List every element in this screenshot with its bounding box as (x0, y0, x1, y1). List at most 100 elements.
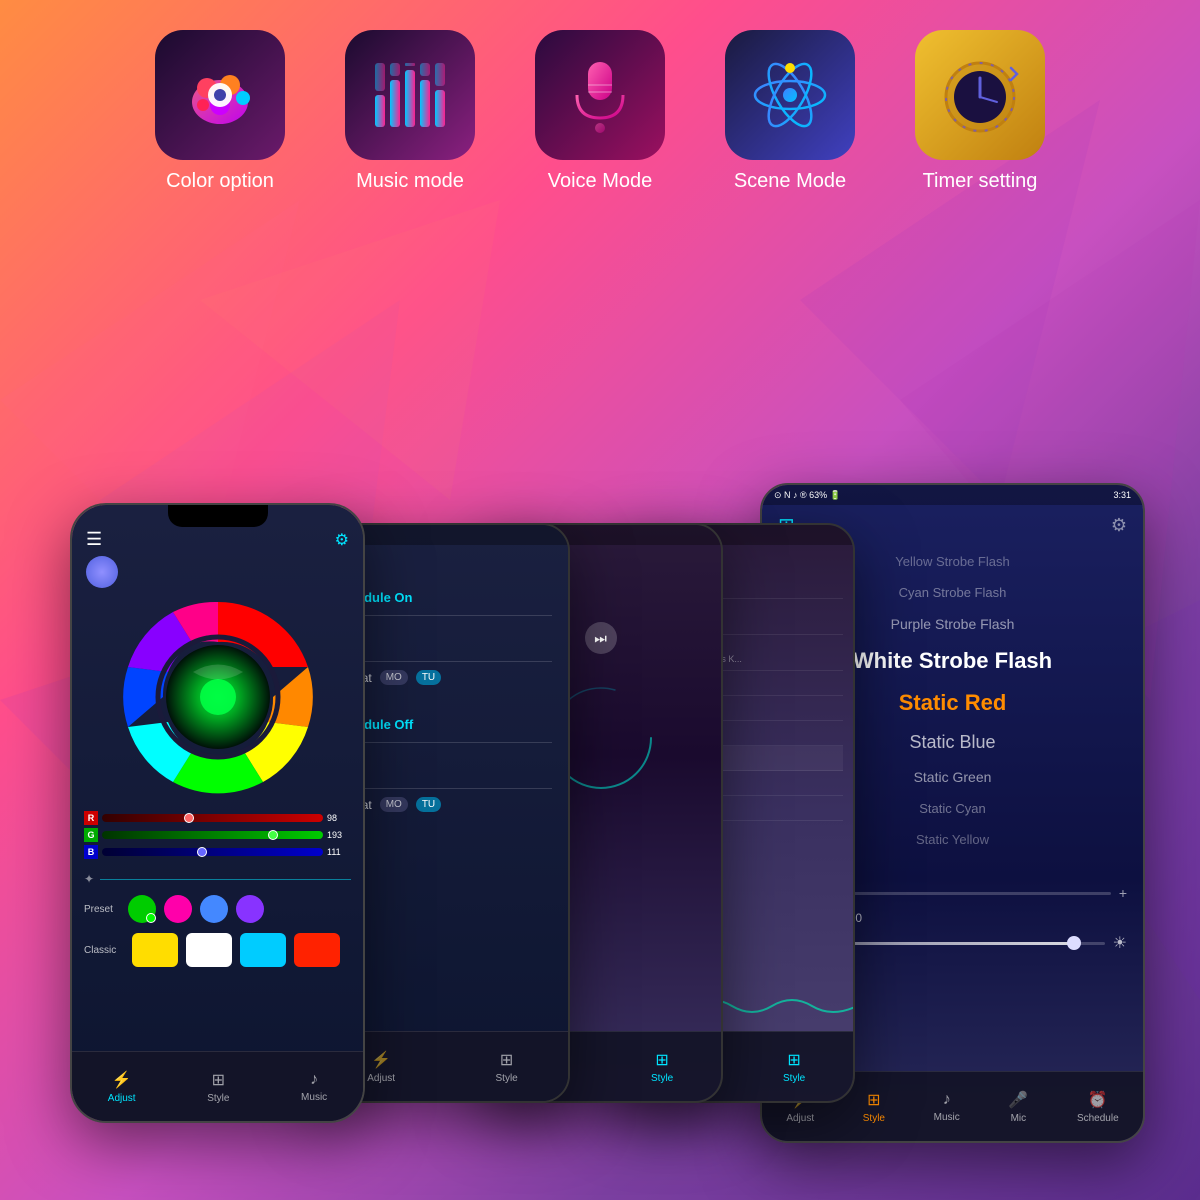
time-on-label: Time (333, 620, 552, 634)
style-icon-1: ⊞ (212, 1070, 225, 1090)
status-left-5: ⊙ N ♪ ® 63% 🔋 (774, 490, 841, 501)
nav-style-4[interactable]: ⊞ Style (783, 1050, 805, 1084)
divider-2 (333, 661, 552, 662)
nav-adjust-1[interactable]: ⚡ Adjust (108, 1070, 136, 1104)
hamburger-1[interactable]: ☰ (86, 529, 102, 550)
nav-adjust-2[interactable]: ⚡ Adjust (367, 1050, 395, 1084)
voice-mode-icon-box (535, 30, 665, 160)
preset-purple[interactable] (236, 895, 264, 923)
time-off-row: Time 00:00 (333, 747, 552, 780)
preset-blue[interactable] (200, 895, 228, 923)
phones-container: ⊙ N ♪ ® 63% 🔋 3:31 ⊞ ⚙ Yellow Strobe Fla… (0, 213, 1200, 953)
b-bar[interactable] (102, 848, 323, 856)
scene-mode-label: Scene Mode (734, 170, 846, 193)
color-option-label: Color option (166, 170, 274, 193)
nav-style-1[interactable]: ⊞ Style (207, 1070, 229, 1104)
nav-style-2[interactable]: ⊞ Style (496, 1050, 518, 1084)
nav-style-label-1: Style (207, 1093, 229, 1104)
status-time-5: 3:31 (1113, 490, 1131, 500)
classic-yellow[interactable] (132, 933, 178, 967)
g-value: 193 (327, 830, 351, 840)
divider-4 (333, 788, 552, 789)
mic-icon-5: 🎤 (1008, 1090, 1028, 1110)
nav-music-5[interactable]: ♪ Music (934, 1091, 960, 1123)
time-on-value: 00:00 (333, 638, 552, 653)
nav-mic-label-5: Mic (1011, 1113, 1027, 1124)
brightness-bar-1[interactable] (100, 879, 351, 880)
g-bar[interactable] (102, 831, 323, 839)
b-row: B 111 (84, 845, 351, 859)
palette-icon (175, 50, 265, 140)
time-off-label: Time (333, 747, 552, 761)
day-tu-on[interactable]: TU (416, 670, 441, 685)
brightness-sun-large: ☀ (1113, 933, 1127, 953)
adjust-icon-1: ⚡ (112, 1070, 132, 1090)
timer-setting-icon-box (915, 30, 1045, 160)
sliders-icon-1[interactable]: ⚙ (335, 530, 349, 550)
color-wheel-wrapper (72, 592, 363, 802)
classic-label: Classic (84, 945, 124, 956)
speed-plus[interactable]: + (1119, 885, 1127, 901)
b-value: 111 (327, 847, 351, 857)
preset-green[interactable] (128, 895, 156, 923)
preset-row: Preset (72, 890, 363, 928)
color-wheel-svg[interactable] (113, 592, 323, 802)
brightness-row-1: ✦ (72, 868, 363, 890)
nav-schedule-label-5: Schedule (1077, 1113, 1119, 1124)
day-mo-on[interactable]: MO (380, 670, 408, 685)
skip-button[interactable]: ⏭ (585, 622, 617, 654)
schedule-on-title: Schedule On (333, 590, 552, 605)
nav-style-label-5: Style (863, 1113, 885, 1124)
nav-music-label-1: Music (301, 1092, 327, 1103)
app-icon-scene-mode[interactable]: Scene Mode (725, 30, 855, 193)
app-icon-voice-mode[interactable]: Voice Mode (535, 30, 665, 193)
style-icon-3: ⊞ (655, 1050, 668, 1070)
r-bar[interactable] (102, 814, 323, 822)
style-icon-2: ⊞ (500, 1050, 513, 1070)
app-icon-color-option[interactable]: Color option (155, 30, 285, 193)
color-selector-dot[interactable] (86, 556, 118, 588)
day-mo-off[interactable]: MO (380, 797, 408, 812)
music-icon-1: ♪ (310, 1071, 318, 1089)
g-row: G 193 (84, 828, 351, 842)
time-on-row: Time 00:00 (333, 620, 552, 653)
color-option-icon-box (155, 30, 285, 160)
repeat-off-row: Repeat MO TU (333, 797, 552, 812)
nav-bar-1: ⚡ Adjust ⊞ Style ♪ Music (72, 1051, 363, 1121)
app-icon-music-mode[interactable]: Music mode (345, 30, 475, 193)
classic-red[interactable] (294, 933, 340, 967)
nav-mic-5[interactable]: 🎤 Mic (1008, 1090, 1028, 1124)
g-label: G (84, 828, 98, 842)
nav-music-1[interactable]: ♪ Music (301, 1071, 327, 1103)
schedule-icon-5: ⏰ (1088, 1090, 1108, 1110)
r-row: R 98 (84, 811, 351, 825)
classic-cyan[interactable] (240, 933, 286, 967)
adjust-icon-2: ⚡ (371, 1050, 391, 1070)
nav-style-3[interactable]: ⊞ Style (651, 1050, 673, 1084)
nav-schedule-5[interactable]: ⏰ Schedule (1077, 1090, 1119, 1124)
app-icon-timer-setting[interactable]: Timer setting (915, 30, 1045, 193)
phone-notch-1 (168, 505, 268, 527)
divider-1 (333, 615, 552, 616)
voice-mode-label: Voice Mode (548, 170, 653, 193)
app-icons-row: Color option (0, 0, 1200, 213)
music-mode-icon-box (345, 30, 475, 160)
classic-white[interactable] (186, 933, 232, 967)
schedule-off-title: Schedule Off (333, 717, 552, 732)
preset-pink[interactable] (164, 895, 192, 923)
b-label: B (84, 845, 98, 859)
microphone-icon (555, 50, 645, 140)
nav-style-label-3: Style (651, 1073, 673, 1084)
nav-music-label-5: Music (934, 1112, 960, 1123)
day-tu-off[interactable]: TU (416, 797, 441, 812)
repeat-on-row: Repeat MO TU (333, 670, 552, 685)
music-icon-5: ♪ (943, 1091, 951, 1109)
status-bar-5: ⊙ N ♪ ® 63% 🔋 3:31 (762, 485, 1143, 505)
r-value: 98 (327, 813, 351, 823)
nav-style-5[interactable]: ⊞ Style (863, 1090, 885, 1124)
preset-label: Preset (84, 904, 120, 915)
music-bars-icon (365, 50, 455, 140)
settings-gear-icon[interactable]: ⚙ (1111, 515, 1127, 536)
nav-adjust-label-5: Adjust (786, 1113, 814, 1124)
star-icon-1: ✦ (84, 872, 94, 886)
